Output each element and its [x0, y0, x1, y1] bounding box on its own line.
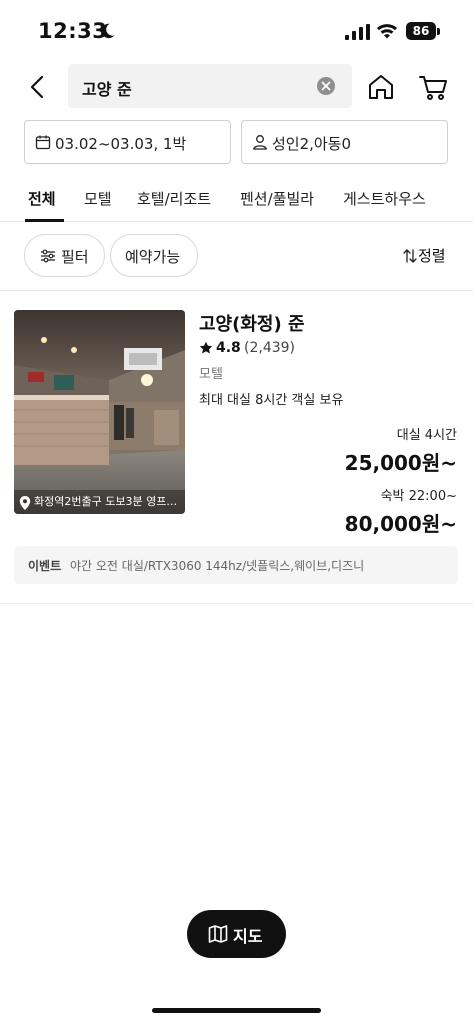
listing-card[interactable]: 화정역2번출구 도보3분 영프… 고양(화정) 준 4.8 (2,439) 모텔… [0, 292, 473, 604]
home-indicator [152, 1008, 321, 1013]
date-range-text: 03.02~03.03, 1박 [55, 135, 187, 153]
location-text: 화정역2번출구 도보3분 영프… [34, 495, 178, 508]
tab-motel[interactable]: 모텔 [84, 188, 112, 209]
sliders-icon [41, 249, 55, 263]
event-description: 야간 오전 대실/RTX3060 144hz/넷플릭스,웨이브,디즈니 [70, 559, 365, 573]
stay-label: 숙박 22:00~ [380, 489, 457, 504]
moon-icon [101, 23, 115, 39]
date-selector[interactable]: 03.02~03.03, 1박 [24, 120, 231, 164]
tab-pension-poolvilla[interactable]: 펜션/풀빌라 [240, 188, 314, 209]
map-button[interactable]: 지도 [187, 910, 286, 958]
listing-name[interactable]: 고양(화정) 준 [199, 310, 305, 336]
filter-label: 필터 [61, 248, 89, 266]
tab-guesthouse[interactable]: 게스트하우스 [343, 188, 426, 209]
stay-price: 80,000원~ [344, 512, 457, 536]
sort-label: 정렬 [418, 247, 446, 265]
event-tag: 이벤트 [28, 559, 62, 573]
category-tabs: 전체 모텔 호텔/리조트 펜션/풀빌라 게스트하우스 [0, 176, 473, 222]
battery-icon: 86 [406, 22, 436, 40]
guest-selector[interactable]: 성인2,아동0 [241, 120, 448, 164]
person-icon [253, 135, 267, 150]
status-bar: 12:33 86 [0, 0, 473, 56]
filter-row: 필터 예약가능 정렬 [0, 223, 473, 291]
listing-notice: 최대 대실 8시간 객실 보유 [199, 393, 344, 408]
map-button-label: 지도 [233, 927, 263, 946]
status-time: 12:33 [38, 19, 108, 43]
chevron-left-icon[interactable] [22, 70, 54, 104]
wifi-icon [377, 24, 397, 39]
calendar-icon [35, 135, 51, 150]
battery-tip [437, 28, 440, 35]
available-label: 예약가능 [125, 248, 181, 266]
listing-category: 모텔 [199, 367, 223, 382]
home-icon[interactable] [364, 70, 398, 104]
available-filter-chip[interactable]: 예약가능 [110, 234, 198, 277]
signal-icon [345, 24, 370, 40]
search-query: 고양 준 [82, 80, 132, 99]
search-input[interactable]: 고양 준 [68, 64, 352, 108]
star-icon [199, 341, 213, 354]
lobby-photo-illustration [14, 310, 185, 514]
filter-button[interactable]: 필터 [24, 234, 105, 277]
clear-circle-icon[interactable] [316, 76, 336, 96]
active-tab-indicator [25, 219, 64, 222]
listing-photo[interactable]: 화정역2번출구 도보3분 영프… [14, 310, 185, 514]
rating-score: 4.8 [216, 340, 241, 356]
tab-hotel-resort[interactable]: 호텔/리조트 [137, 188, 211, 209]
map-pin-icon [19, 496, 31, 510]
tab-all[interactable]: 전체 [28, 188, 56, 209]
event-banner: 이벤트 야간 오전 대실/RTX3060 144hz/넷플릭스,웨이브,디즈니 [14, 546, 458, 584]
cart-icon[interactable] [416, 70, 450, 104]
search-header: 고양 준 [0, 64, 473, 110]
guest-count-text: 성인2,아동0 [272, 135, 352, 153]
sort-arrows-icon [403, 249, 417, 263]
rental-label: 대실 4시간 [396, 428, 457, 443]
review-count: (2,439) [244, 340, 296, 356]
map-icon [208, 925, 228, 943]
rental-price: 25,000원~ [344, 451, 457, 475]
